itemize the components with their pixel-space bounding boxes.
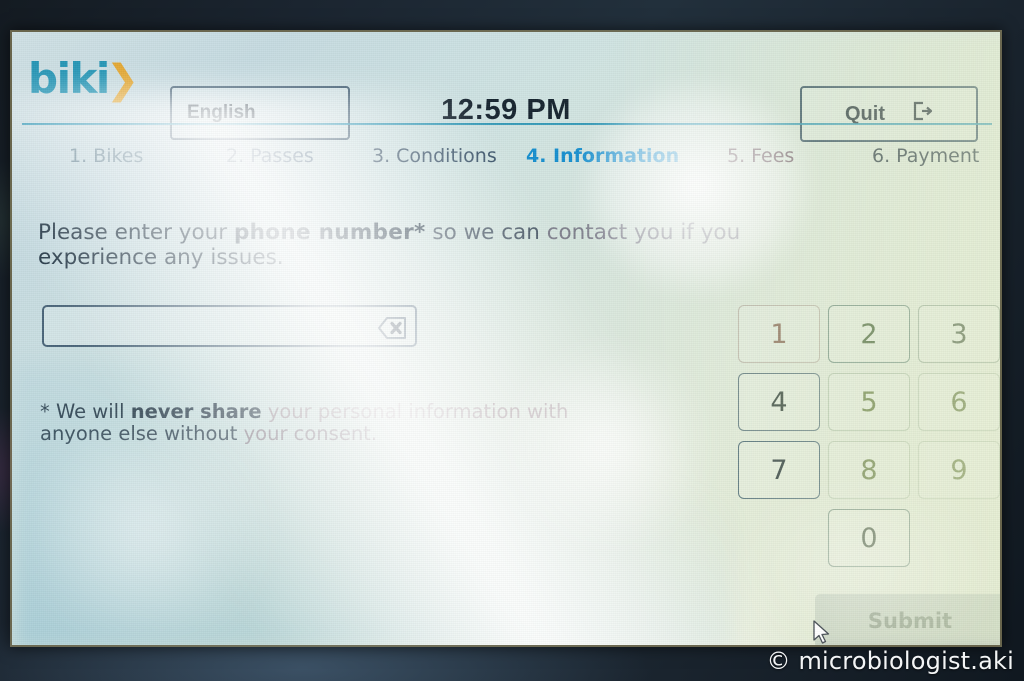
prompt-bold-phone-number: phone number*: [233, 220, 426, 245]
submit-button[interactable]: Submit: [815, 594, 1000, 645]
keypad-key-6[interactable]: 6: [918, 373, 1000, 431]
phone-prompt-text: Please enter your phone number* so we ca…: [38, 220, 798, 270]
header-divider: [22, 123, 992, 125]
disclaimer-segment-3: anyone else without: [40, 422, 244, 445]
quit-button[interactable]: Quit: [800, 86, 978, 142]
step-item-passes[interactable]: 2. Passes: [226, 145, 314, 167]
step-item-conditions[interactable]: 3. Conditions: [372, 145, 497, 167]
step-navigation: 1. Bikes 2. Passes 3. Conditions 4. Info…: [12, 136, 1000, 176]
prompt-segment-2: so we can: [425, 220, 547, 245]
kiosk-ui: biki❯ English 12:59 PM Quit 1. Bikes 2. …: [12, 32, 1000, 645]
prompt-segment-1: Please enter your: [38, 220, 234, 245]
step-item-information[interactable]: 4. Information: [526, 145, 679, 167]
kiosk-screen: biki❯ English 12:59 PM Quit 1. Bikes 2. …: [12, 32, 1000, 645]
backspace-icon[interactable]: [366, 313, 408, 348]
numeric-keypad: 1 2 3 4 5 6 7 8 9 0: [738, 305, 1000, 567]
step-item-fees[interactable]: 5. Fees: [727, 145, 794, 167]
keypad-key-8[interactable]: 8: [828, 441, 910, 499]
keypad-key-1[interactable]: 1: [738, 305, 820, 363]
keypad-key-3[interactable]: 3: [918, 305, 1000, 363]
submit-label: Submit: [867, 609, 953, 633]
step-item-bikes[interactable]: 1. Bikes: [69, 145, 143, 167]
header-bar: biki❯ English 12:59 PM Quit: [12, 32, 1000, 142]
step-item-payment[interactable]: 6. Payment: [872, 145, 979, 167]
mouse-cursor-icon: [812, 620, 832, 645]
photo-watermark: © microbiologist.aki: [766, 647, 1014, 675]
disclaimer-bold-never-share: never share: [130, 400, 262, 423]
keypad-key-7[interactable]: 7: [738, 441, 820, 499]
disclaimer-segment-4: your consent.: [243, 422, 378, 445]
phone-number-input[interactable]: [42, 305, 417, 347]
keypad-key-4[interactable]: 4: [738, 373, 820, 431]
keypad-key-9[interactable]: 9: [918, 441, 1000, 499]
kiosk-photo: biki❯ English 12:59 PM Quit 1. Bikes 2. …: [0, 0, 1024, 681]
privacy-disclaimer-text: * We will never share your personal info…: [40, 401, 600, 445]
prompt-line-2: experience any issues.: [38, 245, 284, 270]
disclaimer-segment-2: your personal information with: [261, 400, 569, 423]
keypad-key-2[interactable]: 2: [828, 305, 910, 363]
keypad-key-5[interactable]: 5: [828, 373, 910, 431]
prompt-segment-3: contact you if you: [546, 220, 741, 245]
keypad-key-0[interactable]: 0: [828, 509, 910, 567]
disclaimer-segment-1: * We will: [40, 400, 131, 423]
